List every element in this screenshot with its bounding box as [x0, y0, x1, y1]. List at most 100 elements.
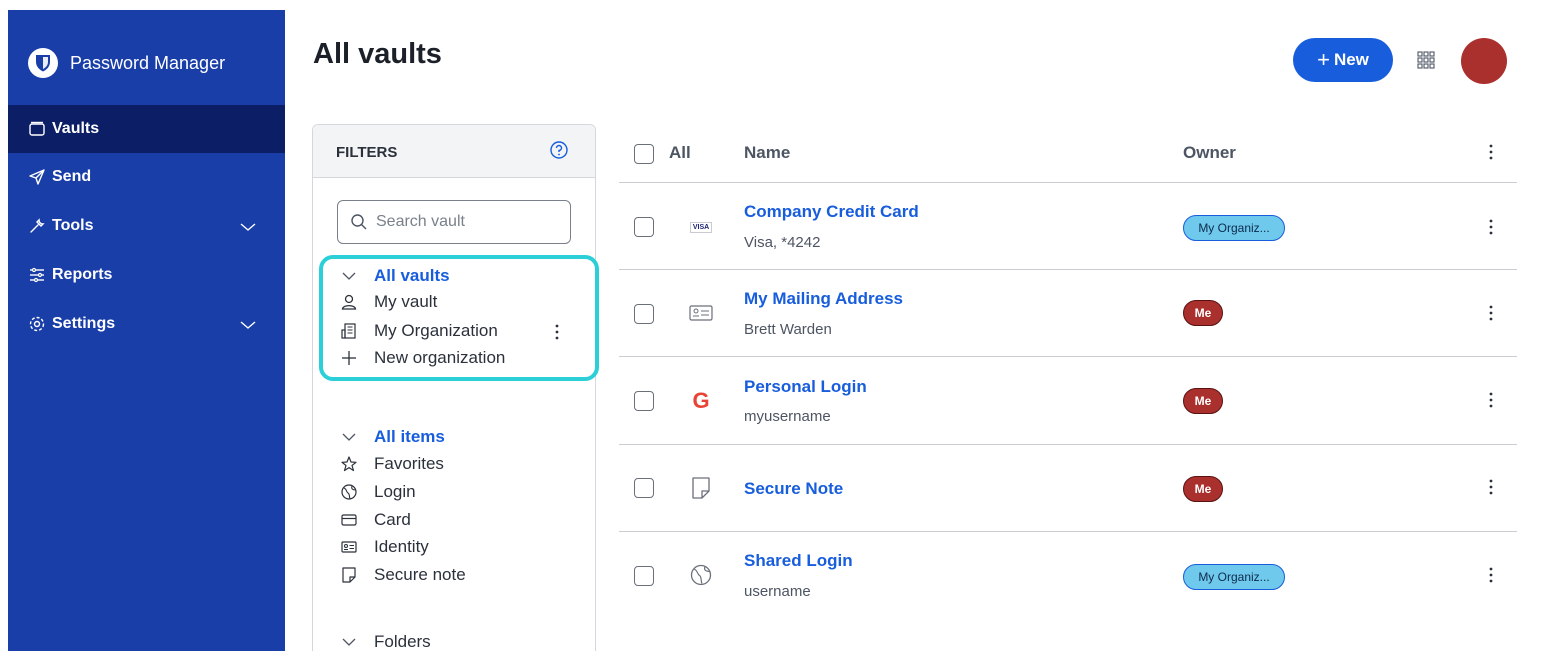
gear-icon	[29, 316, 45, 332]
filter-label: Favorites	[374, 454, 444, 473]
divider	[619, 531, 1517, 532]
note-icon	[342, 567, 356, 583]
chevron-down-icon	[342, 433, 356, 441]
kebab-menu-icon[interactable]	[1486, 303, 1496, 323]
filters-header: FILTERS	[313, 125, 595, 178]
search-icon	[351, 214, 367, 230]
search-input[interactable]	[376, 213, 556, 231]
tools-icon	[30, 218, 45, 233]
kebab-menu-icon[interactable]	[1486, 217, 1496, 237]
chevron-down-icon	[342, 638, 356, 646]
kebab-menu-icon[interactable]	[1486, 565, 1496, 585]
filter-all-items[interactable]: All items	[340, 425, 445, 449]
filter-label: Login	[374, 482, 416, 501]
identity-icon	[689, 305, 713, 321]
globe-icon	[690, 564, 712, 586]
owner-badge[interactable]: My Organiz...	[1183, 215, 1285, 241]
help-icon[interactable]	[549, 140, 569, 160]
filter-label: All vaults	[374, 266, 450, 285]
nav-vaults[interactable]: Vaults	[8, 105, 285, 153]
filter-identity[interactable]: Identity	[340, 535, 429, 559]
kebab-menu-icon[interactable]	[1486, 477, 1496, 497]
nav-reports[interactable]: Reports	[8, 251, 285, 299]
apps-grid-icon[interactable]	[1416, 50, 1436, 70]
chevron-down-icon	[240, 321, 256, 329]
select-all-checkbox[interactable]	[634, 144, 654, 164]
filters-title: FILTERS	[336, 144, 398, 161]
column-name[interactable]: Name	[744, 143, 790, 163]
divider	[619, 182, 1517, 183]
avatar[interactable]	[1461, 38, 1507, 84]
nav-label: Vaults	[52, 120, 100, 137]
column-all: All	[669, 143, 691, 162]
plus-icon	[342, 351, 356, 365]
item-name-link[interactable]: Shared Login	[744, 551, 853, 571]
nav-label: Tools	[52, 217, 94, 234]
divider	[619, 444, 1517, 445]
filter-all-vaults[interactable]: All vaults	[340, 264, 450, 288]
filter-label: Secure note	[374, 565, 466, 584]
identity-icon	[341, 541, 357, 553]
item-name-link[interactable]: Company Credit Card	[744, 202, 919, 222]
owner-badge[interactable]: Me	[1183, 476, 1223, 502]
row-checkbox[interactable]	[634, 478, 654, 498]
brand-name: Password Manager	[70, 52, 226, 73]
page-title: All vaults	[313, 38, 442, 70]
search-field[interactable]	[337, 200, 571, 244]
filter-secure-note[interactable]: Secure note	[340, 563, 466, 587]
star-icon	[341, 456, 357, 472]
visa-label: VISA	[689, 221, 713, 233]
row-checkbox[interactable]	[634, 217, 654, 237]
column-owner[interactable]: Owner	[1183, 143, 1236, 163]
plus-icon: +	[1317, 47, 1330, 72]
filter-folders[interactable]: Folders	[340, 630, 431, 651]
card-icon	[341, 514, 357, 526]
row-checkbox[interactable]	[634, 566, 654, 586]
filter-favorites[interactable]: Favorites	[340, 452, 444, 476]
filter-label: My vault	[374, 292, 438, 311]
item-name-link[interactable]: My Mailing Address	[744, 289, 903, 309]
filter-label: Identity	[374, 537, 429, 556]
filter-my-vault[interactable]: My vault	[340, 290, 437, 314]
item-subtitle: username	[744, 583, 811, 600]
nav-settings[interactable]: Settings	[8, 300, 285, 348]
filter-label: Folders	[374, 632, 431, 651]
filter-label: My Organization	[374, 321, 498, 340]
owner-badge[interactable]: Me	[1183, 300, 1223, 326]
nav-tools[interactable]: Tools	[8, 202, 285, 250]
kebab-menu-icon[interactable]	[552, 322, 562, 342]
google-icon: G	[688, 388, 714, 414]
nav-label: Send	[52, 168, 92, 185]
brand[interactable]: Password Manager	[28, 48, 225, 78]
filters-panel: FILTERS All vaults My vault My Organizat…	[312, 124, 599, 651]
new-button-label: New	[1333, 50, 1369, 69]
nav-label: Reports	[52, 266, 113, 283]
owner-badge[interactable]: My Organiz...	[1183, 564, 1285, 590]
filter-new-organization[interactable]: New organization	[340, 346, 505, 370]
divider	[619, 356, 1517, 357]
visa-card-icon: VISA	[688, 214, 714, 240]
kebab-menu-icon[interactable]	[1486, 142, 1496, 162]
filter-card[interactable]: Card	[340, 508, 411, 532]
nav-send[interactable]: Send	[8, 153, 285, 201]
row-checkbox[interactable]	[634, 304, 654, 324]
filter-my-organization[interactable]: My Organization	[340, 319, 498, 343]
chevron-down-icon	[240, 223, 256, 231]
nav-label: Settings	[52, 315, 116, 332]
filter-login[interactable]: Login	[340, 480, 416, 504]
reports-icon	[30, 267, 44, 283]
shield-logo-icon	[28, 48, 58, 78]
chevron-down-icon	[342, 272, 356, 280]
vault-icon	[29, 121, 45, 136]
sidebar: Password Manager Vaults Send Tools Repor…	[8, 10, 285, 651]
kebab-menu-icon[interactable]	[1486, 390, 1496, 410]
owner-badge[interactable]: Me	[1183, 388, 1223, 414]
new-button[interactable]: + New	[1293, 38, 1393, 82]
item-name-link[interactable]: Secure Note	[744, 479, 843, 499]
item-name-link[interactable]: Personal Login	[744, 377, 867, 397]
google-glyph: G	[692, 388, 710, 413]
item-subtitle: Brett Warden	[744, 321, 832, 338]
row-checkbox[interactable]	[634, 391, 654, 411]
note-icon	[692, 477, 710, 499]
user-icon	[341, 294, 357, 310]
